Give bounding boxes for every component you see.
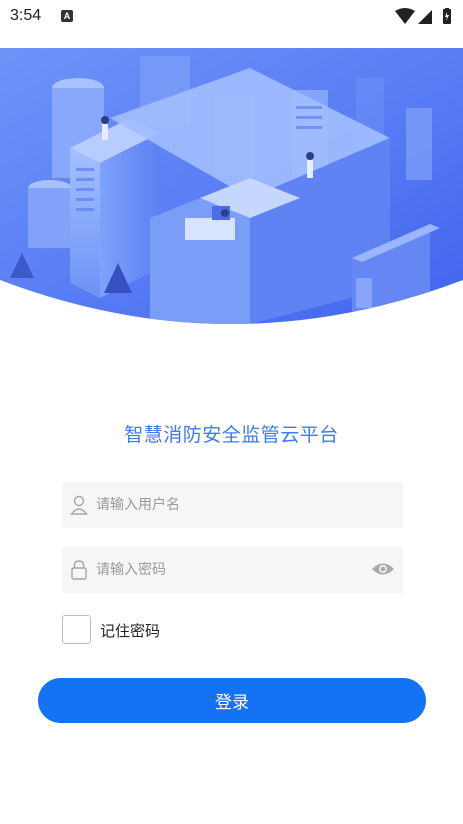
app-title: 智慧消防安全监管云平台 (124, 424, 339, 446)
password-input[interactable] (96, 547, 366, 593)
login-button[interactable]: 登录 (38, 678, 426, 723)
notification-icon: A (61, 10, 73, 22)
signal-icon (418, 10, 432, 24)
remember-checkbox[interactable] (62, 615, 91, 644)
lock-icon (70, 560, 88, 584)
status-icons (395, 8, 455, 30)
user-icon (70, 495, 88, 519)
username-field[interactable] (62, 482, 403, 528)
eye-icon[interactable] (371, 561, 395, 581)
status-bar: 3:54 A (0, 0, 463, 34)
battery-icon (443, 8, 451, 24)
username-input[interactable] (96, 482, 366, 528)
status-time: 3:54 (10, 7, 42, 24)
wifi-icon (395, 8, 415, 24)
hero-illustration (0, 48, 463, 324)
remember-label: 记住密码 (100, 622, 161, 640)
password-field[interactable] (62, 547, 403, 593)
